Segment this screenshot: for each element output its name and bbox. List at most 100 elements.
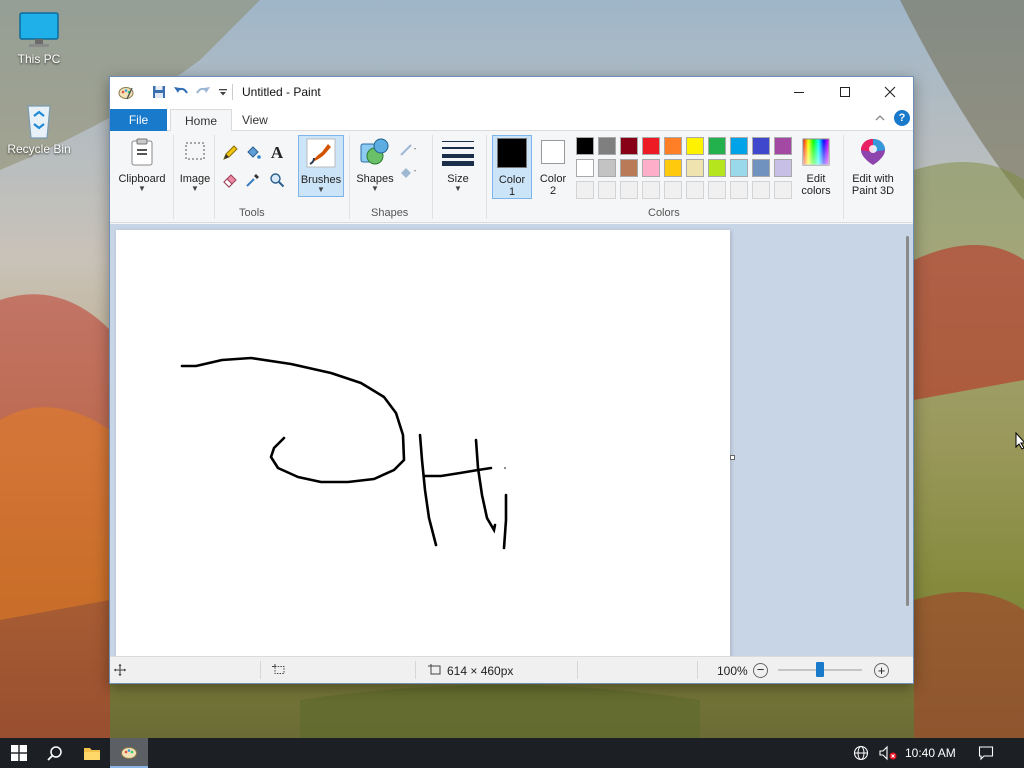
palette-swatch[interactable] [620, 159, 638, 177]
palette-custom-slot[interactable] [708, 181, 726, 199]
palette-swatch[interactable] [576, 137, 594, 155]
status-bar: 614 × 460px 100% − + [110, 656, 913, 683]
paint-window: Untitled - Paint File Home View ? Clipbo… [109, 76, 914, 684]
clipboard-button[interactable]: Clipboard ▼ [116, 135, 168, 193]
status-separator [260, 661, 261, 679]
palette-custom-slot[interactable] [752, 181, 770, 199]
canvas-resize-handle[interactable] [730, 455, 735, 460]
maximize-button[interactable] [822, 77, 868, 107]
title-bar[interactable]: Untitled - Paint [110, 77, 913, 107]
magnifier-icon[interactable] [267, 170, 287, 190]
minimize-button[interactable] [776, 77, 822, 107]
zoom-out-button[interactable]: − [753, 663, 768, 678]
help-icon[interactable]: ? [894, 110, 910, 126]
shapes-button[interactable]: Shapes ▼ [354, 135, 396, 193]
palette-swatch[interactable] [730, 159, 748, 177]
customize-quick-access-icon[interactable] [214, 83, 232, 101]
palette-swatch[interactable] [774, 137, 792, 155]
palette-custom-slot[interactable] [642, 181, 660, 199]
paint-app-icon[interactable] [117, 83, 135, 101]
text-tool-icon[interactable]: A [267, 143, 287, 163]
palette-swatch[interactable] [664, 159, 682, 177]
edit-colors-line1: Edit [806, 173, 826, 185]
undo-icon[interactable] [172, 83, 190, 101]
ribbon: Clipboard ▼ Image ▼ A Tools Brushes ▼ Sh… [110, 131, 913, 223]
brushes-button[interactable]: Brushes ▼ [298, 135, 344, 197]
close-button[interactable] [867, 77, 913, 107]
group-separator [486, 135, 487, 219]
palette-swatch[interactable] [708, 137, 726, 155]
edit-colors-button[interactable]: Edit colors [793, 135, 839, 197]
palette-swatch[interactable] [730, 137, 748, 155]
taskbar-clock[interactable]: 10:40 AM [905, 746, 956, 760]
palette-custom-slot[interactable] [576, 181, 594, 199]
image-button[interactable]: Image ▼ [176, 135, 214, 193]
chevron-down-icon: ▼ [454, 184, 462, 193]
palette-custom-slot[interactable] [774, 181, 792, 199]
size-button[interactable]: Size ▼ [438, 135, 478, 193]
pencil-icon[interactable] [220, 143, 240, 163]
edit-with-paint3d-button[interactable]: Edit with Paint 3D [846, 135, 900, 197]
taskbar-paint-button[interactable] [110, 738, 148, 768]
window-title: Untitled - Paint [242, 85, 321, 99]
palette-swatch[interactable] [752, 137, 770, 155]
canvas-strokes [180, 356, 508, 550]
fill-icon[interactable] [399, 162, 419, 182]
status-separator [577, 661, 578, 679]
tab-file[interactable]: File [110, 109, 167, 131]
drawing-canvas[interactable] [116, 230, 730, 656]
desktop-icon-this-pc[interactable]: This PC [1, 10, 77, 66]
collapse-ribbon-icon[interactable] [874, 112, 886, 127]
color2-button[interactable]: Color 2 [534, 135, 572, 197]
eraser-icon[interactable] [220, 170, 240, 190]
palette-custom-slot[interactable] [620, 181, 638, 199]
palette-swatch[interactable] [642, 159, 660, 177]
color-picker-icon[interactable] [243, 170, 263, 190]
palette-swatch[interactable] [598, 137, 616, 155]
search-button[interactable] [36, 738, 74, 768]
color2-swatch-frame [536, 135, 570, 169]
minimize-icon [794, 92, 804, 93]
color2-swatch [541, 140, 565, 164]
outline-icon[interactable] [399, 140, 419, 160]
palette-custom-slot[interactable] [598, 181, 616, 199]
palette-swatch[interactable] [774, 159, 792, 177]
title-separator [232, 84, 233, 100]
color-spectrum-icon [799, 135, 833, 169]
palette-swatch[interactable] [686, 137, 704, 155]
fill-bucket-icon[interactable] [243, 143, 263, 163]
zoom-slider-thumb[interactable] [816, 662, 824, 677]
palette-swatch[interactable] [686, 159, 704, 177]
palette-swatch[interactable] [642, 137, 660, 155]
colors-group-label: Colors [648, 207, 680, 219]
palette-swatch[interactable] [576, 159, 594, 177]
palette-swatch[interactable] [752, 159, 770, 177]
group-separator [432, 135, 433, 219]
tab-view[interactable]: View [228, 109, 282, 131]
palette-swatch[interactable] [598, 159, 616, 177]
palette-swatch[interactable] [708, 159, 726, 177]
palette-custom-slot[interactable] [730, 181, 748, 199]
file-explorer-button[interactable] [73, 738, 111, 768]
color1-button[interactable]: Color 1 [492, 135, 532, 199]
vertical-scrollbar[interactable] [906, 236, 909, 606]
start-button[interactable] [0, 738, 38, 768]
desktop-icon-recycle-bin[interactable]: Recycle Bin [1, 100, 77, 156]
shapes-icon [358, 135, 392, 169]
redo-icon[interactable] [194, 83, 212, 101]
image-size-icon [428, 664, 442, 679]
palette-swatch[interactable] [664, 137, 682, 155]
save-icon[interactable] [150, 83, 168, 101]
tab-home[interactable]: Home [170, 109, 233, 132]
status-separator [415, 661, 416, 679]
paint3d-line2: Paint 3D [851, 185, 895, 197]
volume-button[interactable] [875, 738, 901, 768]
network-button[interactable] [849, 738, 873, 768]
canvas-work-area [110, 224, 913, 656]
desktop-icon-label: This PC [17, 52, 61, 66]
action-center-button[interactable] [971, 738, 1001, 768]
zoom-in-button[interactable]: + [874, 663, 889, 678]
palette-custom-slot[interactable] [664, 181, 682, 199]
palette-swatch[interactable] [620, 137, 638, 155]
palette-custom-slot[interactable] [686, 181, 704, 199]
